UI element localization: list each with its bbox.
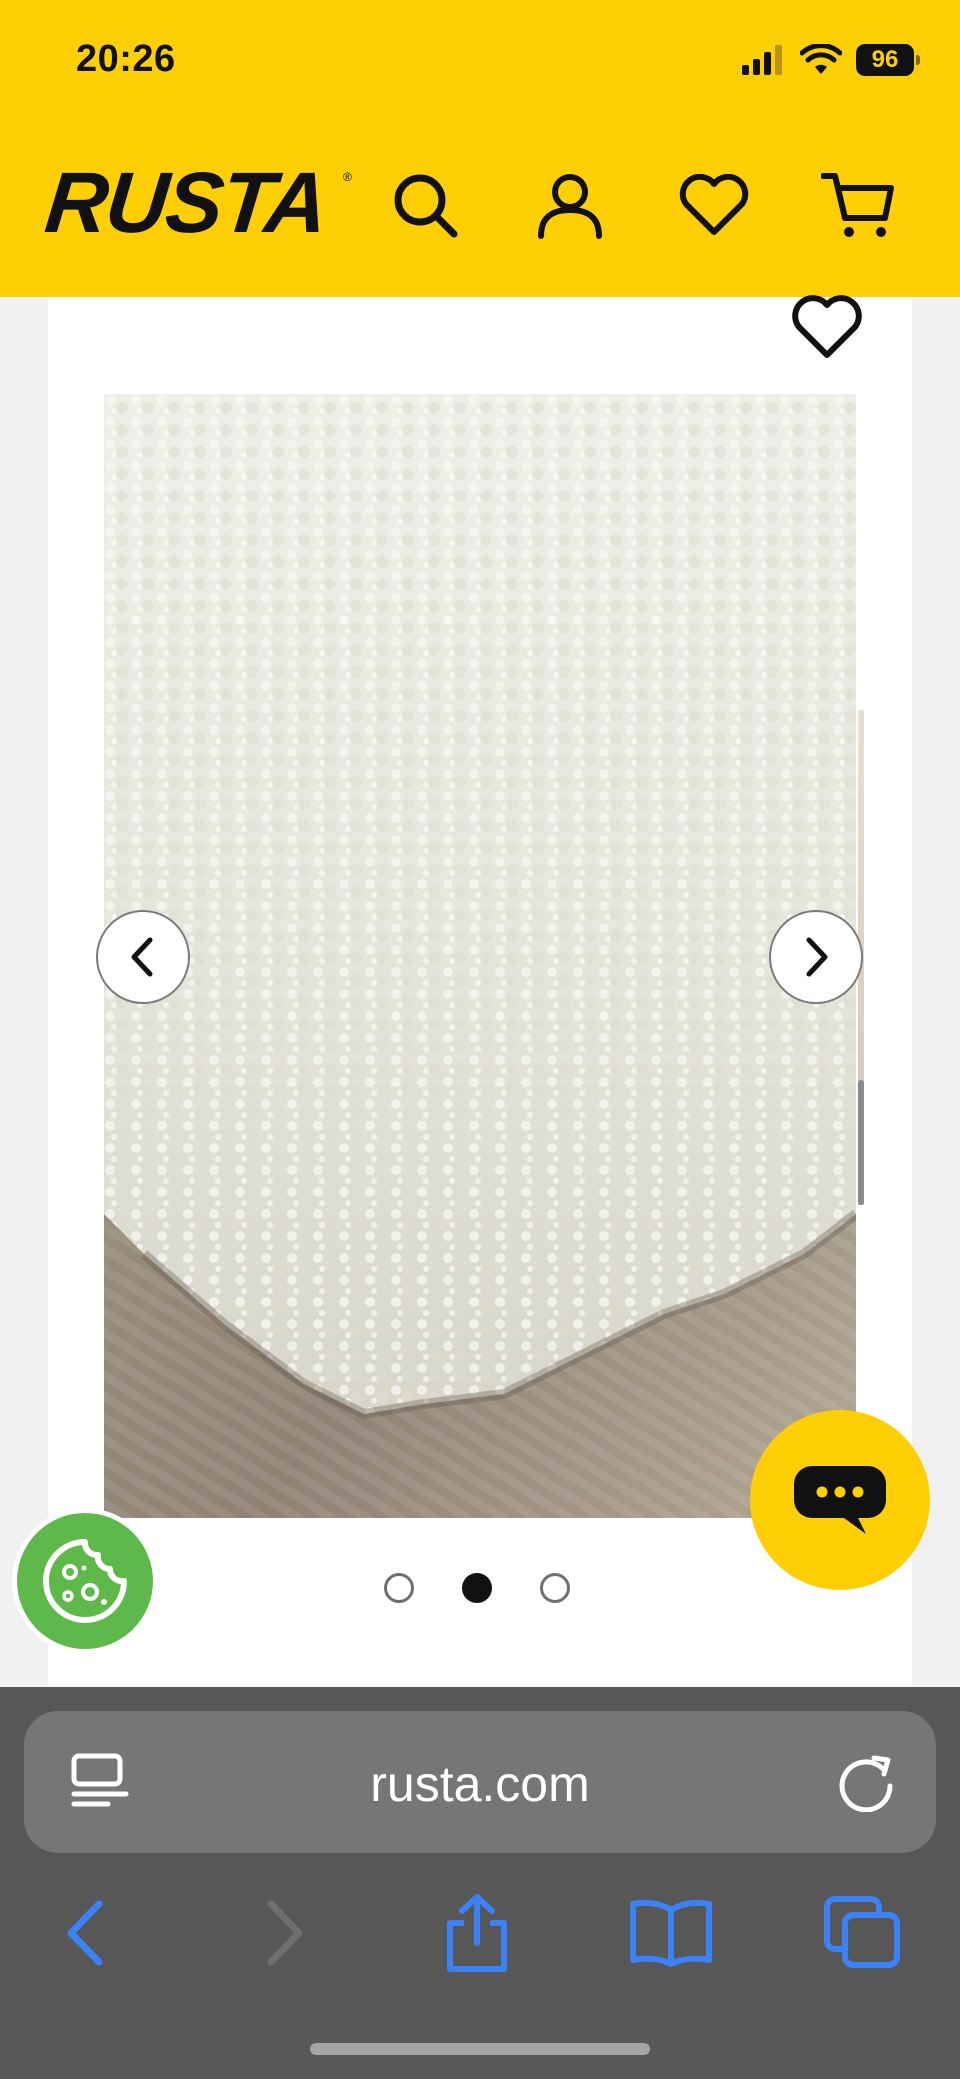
tabs-icon bbox=[824, 1896, 900, 1968]
cookie-settings-button[interactable] bbox=[12, 1508, 158, 1654]
chevron-right-icon bbox=[806, 937, 828, 977]
share-icon bbox=[447, 1894, 507, 1972]
book-icon bbox=[630, 1899, 712, 1967]
browser-forward-button[interactable] bbox=[240, 1888, 330, 1978]
chevron-left-icon bbox=[131, 937, 153, 977]
status-time: 20:26 bbox=[76, 38, 176, 80]
rusta-logo[interactable]: RUSTA bbox=[41, 155, 331, 251]
cookie-icon bbox=[43, 1539, 127, 1623]
cart-icon bbox=[821, 173, 894, 237]
wifi-icon bbox=[800, 44, 842, 74]
search-icon bbox=[394, 174, 458, 238]
reload-icon[interactable] bbox=[834, 1748, 898, 1812]
browser-back-button[interactable] bbox=[40, 1888, 130, 1978]
add-to-favorites-button[interactable] bbox=[790, 295, 864, 361]
account-button[interactable] bbox=[530, 166, 610, 246]
chat-button[interactable] bbox=[750, 1410, 930, 1590]
home-indicator bbox=[310, 2043, 650, 2055]
chevron-left-icon bbox=[67, 1900, 103, 1966]
bookmarks-button[interactable] bbox=[626, 1888, 716, 1978]
cellular-signal-icon bbox=[742, 45, 782, 75]
scrollbar[interactable] bbox=[858, 1080, 864, 1205]
carousel-dot-active[interactable] bbox=[462, 1573, 492, 1603]
product-image[interactable] bbox=[104, 394, 856, 1518]
heart-icon bbox=[792, 295, 862, 358]
tabs-button[interactable] bbox=[818, 1888, 908, 1978]
share-button[interactable] bbox=[432, 1888, 522, 1978]
carousel-pagination bbox=[384, 1573, 570, 1603]
account-icon bbox=[538, 174, 602, 239]
carousel-prev-button[interactable] bbox=[96, 910, 190, 1004]
wishlist-button[interactable] bbox=[674, 166, 754, 246]
carousel-dot[interactable] bbox=[540, 1573, 570, 1603]
shaggy-rug-image bbox=[104, 394, 856, 1518]
chevron-right-icon bbox=[267, 1900, 303, 1966]
status-icons: 96 bbox=[742, 42, 920, 78]
battery-indicator: 96 bbox=[856, 44, 920, 76]
carousel-dot[interactable] bbox=[384, 1573, 414, 1603]
cart-button[interactable] bbox=[818, 166, 898, 246]
search-button[interactable] bbox=[386, 166, 466, 246]
url-text[interactable]: rusta.com bbox=[0, 1755, 960, 1813]
heart-icon bbox=[679, 174, 749, 235]
chat-bubble-icon bbox=[794, 1466, 886, 1534]
logo-registered-mark: ® bbox=[343, 170, 352, 184]
carousel-next-button[interactable] bbox=[769, 910, 863, 1004]
